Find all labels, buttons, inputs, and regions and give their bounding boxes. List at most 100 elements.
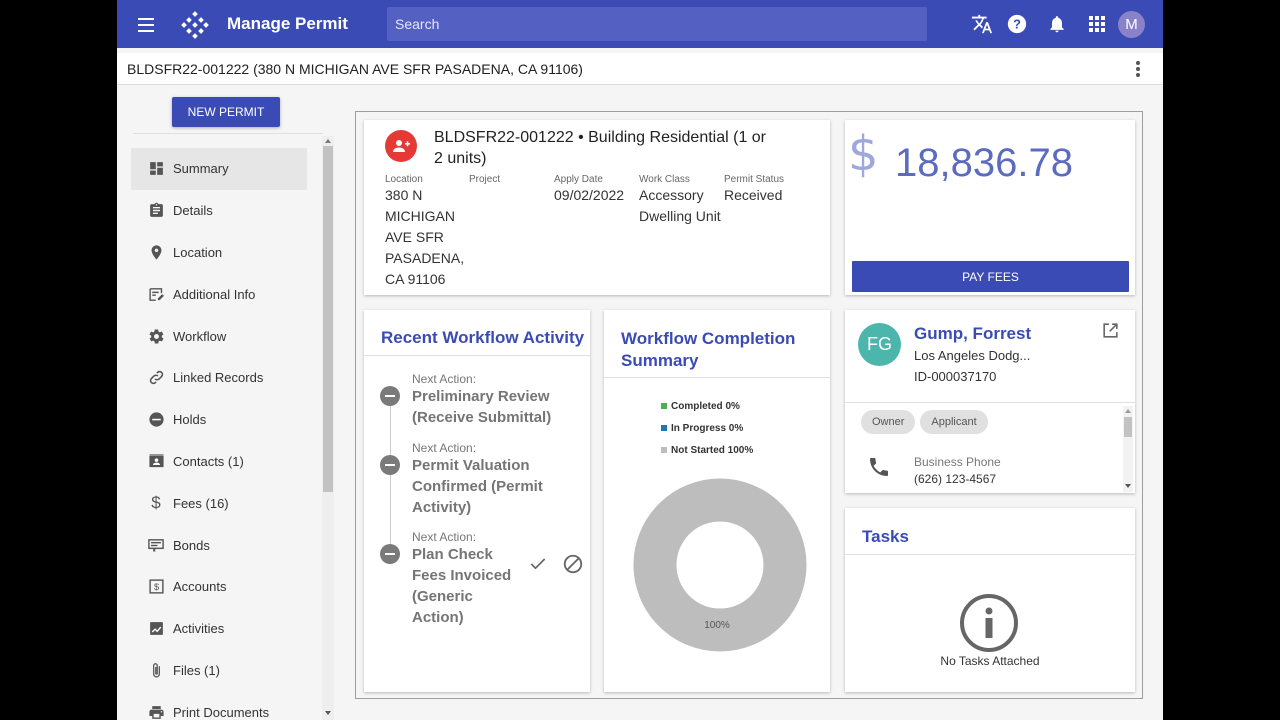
location-line: CA 91106 [385, 271, 446, 287]
new-permit-button[interactable]: NEW PERMIT [172, 97, 280, 127]
permit-status-label: Permit Status [724, 174, 785, 185]
user-avatar[interactable]: M [1118, 11, 1145, 38]
sidebar-item-label: Fees (16) [173, 495, 229, 511]
sidebar-item-label: Activities [173, 621, 225, 637]
minus-circle-icon [147, 411, 165, 429]
step-status-icon [380, 544, 400, 564]
contact-card-icon [147, 452, 165, 470]
role-chip: Applicant [920, 410, 988, 434]
completion-title: Workflow Completion Summary [621, 328, 795, 372]
workflow-completion-card: Workflow Completion Summary Completed 0%… [604, 310, 830, 692]
step-status-icon [380, 455, 400, 475]
sidebar-scrollbar[interactable] [322, 136, 334, 720]
activities-icon [147, 620, 165, 638]
sidebar-item-location[interactable]: Location [131, 232, 307, 274]
help-icon[interactable]: ? [1005, 12, 1029, 36]
step-label: Next Action: [412, 441, 477, 455]
contact-card: FG Gump, Forrest Los Angeles Dodg... ID-… [845, 310, 1135, 493]
svg-text:$: $ [153, 582, 158, 592]
check-icon[interactable] [528, 554, 548, 574]
dashboard-icon [147, 160, 165, 178]
legend-item-not-started: Not Started 100% [661, 440, 753, 462]
top-app-bar: Manage Permit Search ? M [117, 0, 1163, 48]
cancel-circle-icon[interactable] [562, 553, 584, 575]
sidebar-item-summary[interactable]: Summary [131, 148, 307, 190]
bond-icon [147, 536, 165, 554]
step-status-icon [380, 386, 400, 406]
legend-swatch [661, 425, 667, 431]
accounts-icon: $ [147, 578, 165, 596]
sidebar-item-files[interactable]: Files (1) [131, 650, 307, 692]
sidebar-item-contacts[interactable]: Contacts (1) [131, 441, 307, 483]
apply-date-field: Apply Date 09/02/2022 [554, 174, 624, 206]
legend-label: Not Started 100% [671, 445, 754, 456]
sidebar-item-linked-records[interactable]: Linked Records [131, 357, 307, 399]
sidebar-item-label: Workflow [173, 328, 227, 344]
contact-company: Los Angeles Dodg... [914, 348, 1031, 363]
sidebar-item-workflow[interactable]: Workflow [131, 315, 307, 357]
permit-status-field: Permit Status Received [724, 174, 784, 206]
legend-item-in-progress: In Progress 0% [661, 418, 753, 440]
gear-icon [147, 327, 165, 345]
sidebar-item-additional-info[interactable]: Additional Info [131, 273, 307, 315]
translate-icon[interactable] [970, 12, 994, 36]
app-window: Manage Permit Search ? M BLDSFR22-001222… [117, 0, 1163, 720]
sidebar-item-label: Bonds [173, 537, 210, 553]
step-title-line: Action) [412, 609, 464, 626]
record-title: BLDSFR22-001222 (380 N MICHIGAN AVE SFR … [127, 61, 583, 77]
step-title-line: (Generic [412, 588, 473, 605]
sidebar-item-label: Accounts [173, 579, 227, 595]
open-in-new-icon[interactable] [1101, 321, 1120, 340]
sidebar-item-accounts[interactable]: $ Accounts [131, 566, 307, 608]
completion-title-line: Summary [621, 351, 699, 370]
printer-icon [147, 703, 165, 720]
apply-date-value: 09/02/2022 [554, 187, 625, 203]
link-icon [147, 369, 165, 387]
recent-workflow-title: Recent Workflow Activity [381, 328, 585, 347]
contact-id: ID-000037170 [914, 369, 997, 384]
sidebar-item-label: Details [173, 203, 213, 219]
svg-text:?: ? [1013, 17, 1021, 32]
project-field: Project [469, 174, 500, 185]
sidebar-item-activities[interactable]: Activities [131, 608, 307, 650]
paperclip-icon [147, 661, 165, 679]
sidebar-item-holds[interactable]: Holds [131, 399, 307, 441]
more-options-icon[interactable] [1133, 61, 1143, 79]
sidebar-item-fees[interactable]: $ Fees (16) [131, 482, 307, 524]
scroll-down-arrow-icon[interactable] [1125, 484, 1131, 488]
step-title-line: Preliminary Review [412, 388, 550, 405]
summary-panel: BLDSFR22-001222 • Building Residential (… [355, 111, 1143, 699]
apps-grid-icon[interactable] [1085, 12, 1109, 36]
sidebar-item-label: Holds [173, 412, 207, 428]
tasks-title: Tasks [862, 527, 909, 546]
hamburger-menu-icon[interactable] [137, 14, 159, 34]
step-label: Next Action: [412, 372, 477, 386]
contact-roles: Owner Applicant [861, 410, 993, 434]
sidebar-item-label: Summary [173, 161, 229, 177]
pay-fees-button[interactable]: PAY FEES [852, 261, 1129, 292]
search-input[interactable]: Search [387, 7, 927, 41]
scrollbar-thumb[interactable] [323, 146, 333, 492]
phone-number: (626) 123-4567 [914, 472, 997, 486]
sidebar-divider [133, 133, 323, 134]
notifications-bell-icon[interactable] [1045, 12, 1069, 36]
tasks-card: Tasks No Tasks Attached [845, 508, 1135, 692]
legend-item-completed: Completed 0% [661, 396, 753, 418]
scrollbar-thumb[interactable] [1124, 417, 1132, 437]
role-chip: Owner [861, 410, 916, 434]
contact-scrollbar[interactable] [1123, 406, 1133, 492]
legend-label: In Progress 0% [671, 423, 744, 434]
sidebar-item-bonds[interactable]: Bonds [131, 524, 307, 566]
contact-name[interactable]: Gump, Forrest [914, 324, 1031, 344]
completion-title-line: Workflow Completion [621, 329, 796, 348]
sidebar-item-print-documents[interactable]: Print Documents [131, 691, 307, 720]
scroll-up-arrow-icon[interactable] [325, 139, 331, 143]
permit-title-line2: 2 units) [434, 150, 487, 167]
legend-swatch [661, 403, 667, 409]
permit-status-value: Received [724, 187, 783, 203]
divider [364, 355, 590, 356]
scroll-up-arrow-icon[interactable] [1125, 409, 1131, 413]
scroll-down-arrow-icon[interactable] [325, 711, 331, 715]
sidebar-item-details[interactable]: Details [131, 190, 307, 232]
divider [604, 377, 830, 378]
